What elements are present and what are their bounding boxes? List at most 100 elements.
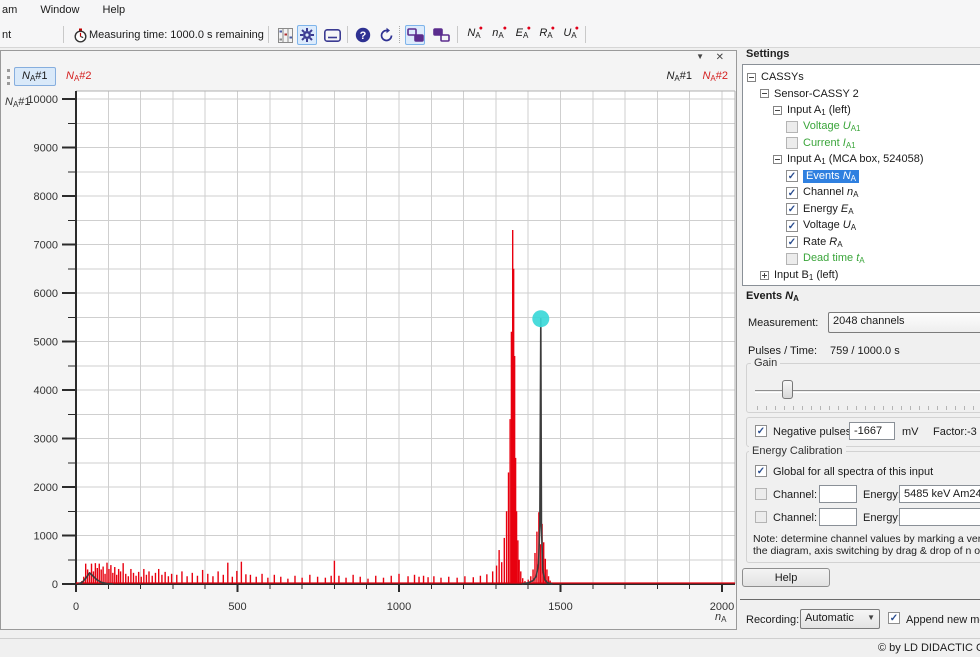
window-layout2-icon[interactable] — [431, 25, 451, 45]
panel-close-icon[interactable]: ✕ — [716, 52, 724, 63]
toolbar-separator — [268, 26, 269, 43]
energy1-input[interactable]: 5485 keV Am24 — [899, 485, 980, 503]
diagram-titlebar: ▼ ✕ — [1, 51, 736, 65]
help-icon[interactable]: ? — [353, 25, 373, 45]
collapse-icon[interactable] — [773, 155, 782, 164]
new-value-dot: ● — [551, 25, 555, 32]
svg-text:5000: 5000 — [34, 337, 58, 349]
tree-item-label: Sensor-CASSY 2 — [774, 88, 859, 100]
menu-bar: am Window Help — [0, 0, 980, 22]
new-value-dot: ● — [479, 25, 483, 32]
tree-checkbox[interactable]: ✓ — [786, 203, 798, 215]
tree-checkbox[interactable]: ✓ — [786, 220, 798, 232]
tab-spectrum-1[interactable]: NA#1 — [14, 67, 56, 86]
channel1-checkbox[interactable] — [755, 488, 767, 500]
divider — [740, 599, 980, 600]
measuring-time-status: Measuring time: 1000.0 s remaining — [89, 29, 264, 41]
factor-value: -3 — [967, 426, 977, 438]
negative-pulses-checkbox[interactable]: ✓ — [755, 425, 767, 437]
tree-item[interactable]: Input A1 (left) — [773, 102, 851, 118]
table-icon[interactable] — [275, 25, 295, 45]
menu-item-help[interactable]: Help — [93, 0, 136, 22]
energy-calibration-title: Energy Calibration — [749, 445, 846, 457]
tree-checkbox[interactable] — [786, 121, 798, 133]
new-value-dot: ● — [503, 25, 507, 32]
collapse-icon[interactable] — [773, 106, 782, 115]
svg-text:9000: 9000 — [34, 143, 58, 155]
svg-text:1000: 1000 — [387, 601, 411, 613]
gain-groupbox: Gain — [746, 363, 980, 413]
note-line-2: the diagram, axis switching by drag & dr… — [753, 545, 980, 557]
tree-item[interactable]: Voltage UA1 — [786, 119, 861, 135]
collapse-icon[interactable] — [760, 89, 769, 98]
svg-text:3000: 3000 — [34, 434, 58, 446]
recording-select[interactable]: Automatic▼ — [800, 609, 880, 629]
svg-text:500: 500 — [228, 601, 246, 613]
tree-checkbox[interactable] — [786, 137, 798, 149]
channel2-input[interactable] — [819, 508, 857, 526]
quantity-button-RA[interactable]: RA● — [535, 25, 557, 45]
tree-item-label: Input B1 (left) — [774, 269, 838, 282]
svg-text:7000: 7000 — [34, 240, 58, 252]
diagram-panel: ▼ ✕ NA#1 NA#2 NA#1 NA#2 0500100015002000… — [0, 50, 737, 630]
quantity-button-nA[interactable]: nA● — [487, 25, 509, 45]
tree-item[interactable]: Sensor-CASSY 2 — [760, 86, 859, 102]
tree-item[interactable]: ✓ Voltage UA — [786, 218, 856, 234]
negative-pulses-input[interactable]: -1667 — [849, 422, 895, 440]
menu-item-window[interactable]: Window — [30, 0, 89, 22]
support-replay-icon[interactable] — [376, 25, 396, 45]
factor-label: Factor: — [933, 426, 967, 438]
quantity-button-EA[interactable]: EA● — [511, 25, 533, 45]
quantity-button-NA[interactable]: NA● — [463, 25, 485, 45]
tree-checkbox[interactable]: ✓ — [786, 187, 798, 199]
energy1-label: Energy: — [863, 489, 901, 501]
settings-gear-icon[interactable] — [297, 25, 317, 45]
global-spectra-checkbox[interactable]: ✓ — [755, 465, 767, 477]
toolbar-separator — [585, 26, 586, 43]
append-checkbox[interactable]: ✓ — [888, 612, 900, 624]
channel1-input[interactable] — [819, 485, 857, 503]
settings-tree: CASSYs Sensor-CASSY 2 Input A1 (left) Volta… — [742, 64, 980, 286]
tree-checkbox[interactable]: ✓ — [786, 170, 798, 182]
tree-item[interactable]: Input B1 (left) — [760, 267, 838, 283]
energy2-input[interactable] — [899, 508, 980, 526]
tree-checkbox[interactable] — [786, 253, 798, 265]
drag-handle-icon[interactable] — [7, 69, 10, 85]
measurement-select[interactable]: 2048 channels — [828, 312, 980, 333]
svg-text:1500: 1500 — [548, 601, 572, 613]
tab-spectrum-2[interactable]: NA#2 — [59, 67, 99, 86]
tree-item[interactable]: Dead time tA — [786, 251, 865, 267]
menu-item-diagram[interactable]: am — [0, 0, 27, 22]
tree-item[interactable]: ✓Energy EA — [786, 201, 854, 217]
tree-item-label: Dead time tA — [803, 252, 865, 265]
tree-checkbox[interactable]: ✓ — [786, 236, 798, 248]
tree-item[interactable]: Input A1 (MCA box, 524058) — [773, 152, 924, 168]
display-icon[interactable] — [322, 25, 342, 45]
tree-item[interactable]: Current IA1 — [786, 135, 856, 151]
tree-item-label: Input A1 (left) — [787, 104, 851, 117]
channel1-label: Channel: — [773, 489, 817, 501]
marker-handle[interactable] — [532, 310, 549, 327]
panel-collapse-icon[interactable]: ▼ — [696, 52, 704, 61]
tree-item-label: Input A1 (MCA box, 524058) — [787, 153, 924, 166]
copyright-text: © by LD DIDACTIC G — [878, 642, 980, 654]
window-layout-icon[interactable] — [405, 25, 425, 45]
global-spectra-label: Global for all spectra of this input — [773, 466, 933, 478]
quantity-button-UA[interactable]: UA● — [559, 25, 581, 45]
tree-item[interactable]: CASSYs — [747, 69, 804, 85]
help-button[interactable]: Help — [742, 568, 830, 587]
svg-text:2000: 2000 — [34, 482, 58, 494]
tree-item[interactable]: ✓Events NA — [786, 168, 859, 184]
toolbar-separator — [399, 26, 400, 43]
new-value-dot: ● — [527, 25, 531, 32]
gain-slider-ticks — [757, 406, 980, 410]
tree-item-label: Voltage UA — [803, 219, 856, 232]
tree-item[interactable]: ✓Rate RA — [786, 234, 843, 250]
collapse-icon[interactable] — [747, 73, 756, 82]
spectrum-plot[interactable]: 0500100015002000010002000300040005000600… — [1, 89, 736, 629]
gain-slider-thumb[interactable] — [782, 380, 793, 399]
expand-icon[interactable] — [760, 271, 769, 280]
channel2-checkbox[interactable] — [755, 511, 767, 523]
toolbar-left-clipped-text: nt — [2, 29, 11, 41]
tree-item[interactable]: ✓Channel nA — [786, 185, 859, 201]
